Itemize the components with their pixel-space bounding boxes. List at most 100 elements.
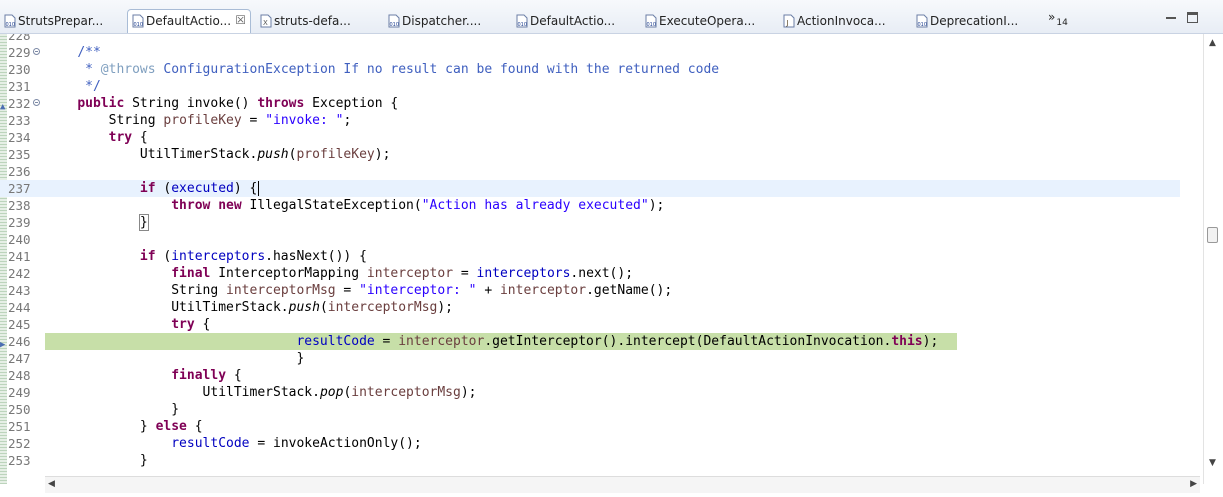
svg-text:010: 010 bbox=[134, 22, 144, 28]
code-text: } else { bbox=[139, 419, 203, 434]
minimize-icon[interactable] bbox=[1164, 12, 1178, 24]
vertical-scrollbar[interactable]: ▲ ▼ bbox=[1203, 34, 1223, 484]
code-line[interactable]: 253 } bbox=[0, 452, 1180, 469]
code-text: try { bbox=[108, 130, 148, 145]
code-text: * @throws ConfigurationException If no r… bbox=[77, 62, 720, 77]
svg-text:X: X bbox=[263, 19, 268, 27]
code-line[interactable]: 238 throw new IllegalStateException("Act… bbox=[0, 197, 1180, 214]
code-line[interactable]: 231 */ bbox=[0, 78, 1180, 95]
scroll-left-icon[interactable]: ◀ bbox=[48, 479, 55, 489]
line-number: 252 bbox=[8, 436, 31, 451]
code-text: String profileKey = "invoke: "; bbox=[108, 113, 352, 128]
line-number: 231 bbox=[8, 79, 31, 94]
code-line[interactable]: 241 if (interceptors.hasNext()) { bbox=[0, 248, 1180, 265]
tab-action-invocation[interactable]: J ActionInvoca... bbox=[779, 10, 905, 34]
java-editor[interactable]: 228 229 /** 230 * @throws ConfigurationE… bbox=[0, 34, 1223, 497]
code-line[interactable]: 252 resultCode = invokeActionOnly(); bbox=[0, 435, 1180, 452]
class-file-icon: 010 bbox=[916, 14, 928, 28]
code-text: final InterceptorMapping interceptor = i… bbox=[171, 266, 634, 281]
scroll-up-icon[interactable]: ▲ bbox=[1209, 38, 1216, 48]
code-line[interactable]: 242 final InterceptorMapping interceptor… bbox=[0, 265, 1180, 282]
code-line[interactable]: 234 try { bbox=[0, 129, 1180, 146]
code-text: } bbox=[46, 214, 149, 231]
code-text: */ bbox=[77, 79, 101, 94]
svg-text:010: 010 bbox=[647, 22, 657, 28]
debug-current-line[interactable]: ▶ 246 resultCode = interceptor.getInterc… bbox=[0, 333, 1180, 350]
line-number: 240 bbox=[8, 232, 31, 247]
fold-toggle-icon[interactable] bbox=[33, 99, 40, 106]
scroll-right-icon[interactable]: ▶ bbox=[1190, 479, 1197, 489]
line-number: 239 bbox=[8, 215, 31, 230]
code-line[interactable]: 228 bbox=[0, 34, 1180, 44]
code-line[interactable]: 240 bbox=[0, 231, 1180, 248]
line-number: 243 bbox=[8, 283, 31, 298]
class-file-icon: 010 bbox=[4, 14, 16, 28]
tab-struts-prepare[interactable]: 010 StrutsPrepar... bbox=[0, 10, 122, 34]
line-number: 234 bbox=[8, 130, 31, 145]
code-line[interactable]: 233 String profileKey = "invoke: "; bbox=[0, 112, 1180, 129]
current-code-line[interactable]: 237 if (executed) { bbox=[0, 180, 1180, 197]
tab-dispatcher[interactable]: 010 Dispatcher.... bbox=[384, 10, 506, 34]
svg-text:J: J bbox=[786, 19, 789, 27]
tab-label: Dispatcher.... bbox=[402, 14, 482, 28]
tab-default-action-proxy[interactable]: 010 DefaultActio... bbox=[512, 10, 634, 34]
code-text: UtilTimerStack.push(interceptorMsg); bbox=[171, 300, 454, 315]
line-number: 242 bbox=[8, 266, 31, 281]
maximize-icon[interactable] bbox=[1187, 12, 1198, 23]
class-file-icon: 010 bbox=[516, 14, 528, 28]
xml-file-icon: X bbox=[260, 14, 272, 28]
code-line[interactable]: 245 try { bbox=[0, 316, 1180, 333]
line-number: 249 bbox=[8, 385, 31, 400]
svg-text:010: 010 bbox=[6, 22, 16, 28]
fold-toggle-icon[interactable] bbox=[33, 48, 40, 55]
text-caret bbox=[258, 181, 260, 196]
code-text: if (executed) { bbox=[139, 181, 260, 196]
line-number: 246 bbox=[8, 334, 31, 349]
line-number: 241 bbox=[8, 249, 31, 264]
line-number: 228 bbox=[8, 34, 31, 43]
code-text: try { bbox=[171, 317, 211, 332]
scroll-down-icon[interactable]: ▼ bbox=[1209, 458, 1216, 468]
code-text: } bbox=[171, 402, 180, 417]
code-text: String interceptorMsg = "interceptor: " … bbox=[171, 283, 673, 298]
code-line[interactable]: 235 UtilTimerStack.push(profileKey); bbox=[0, 146, 1180, 163]
code-line[interactable]: ▲ 232 public String invoke() throws Exce… bbox=[0, 95, 1180, 112]
code-line[interactable]: 244 UtilTimerStack.push(interceptorMsg); bbox=[0, 299, 1180, 316]
tab-struts-default[interactable]: X struts-defa... bbox=[256, 10, 378, 34]
tab-label: DefaultActio... bbox=[530, 14, 616, 28]
code-line[interactable]: 250 } bbox=[0, 401, 1180, 418]
line-number: 251 bbox=[8, 419, 31, 434]
code-line[interactable]: 251 } else { bbox=[0, 418, 1180, 435]
code-line[interactable]: 248 finally { bbox=[0, 367, 1180, 384]
tab-default-action-invocation[interactable]: 010 DefaultActio... ☒ bbox=[127, 9, 251, 33]
code-line[interactable]: 249 UtilTimerStack.pop(interceptorMsg); bbox=[0, 384, 1180, 401]
chevron-double-right-icon: » bbox=[1048, 10, 1056, 24]
line-number: 245 bbox=[8, 317, 31, 332]
line-number: 253 bbox=[8, 453, 31, 468]
code-text: /** bbox=[77, 45, 101, 60]
code-text: } bbox=[139, 453, 148, 468]
scrollbar-thumb[interactable] bbox=[1207, 227, 1218, 243]
code-line[interactable]: 247 } bbox=[0, 350, 1180, 367]
tab-overflow-button[interactable]: »14 bbox=[1048, 10, 1068, 28]
code-line[interactable]: 243 String interceptorMsg = "interceptor… bbox=[0, 282, 1180, 299]
horizontal-scrollbar[interactable]: ◀ ▶ bbox=[45, 476, 1200, 493]
line-number: 235 bbox=[8, 147, 31, 162]
tab-deprecation-interceptor[interactable]: 010 DeprecationI... bbox=[912, 10, 1040, 34]
code-text: public String invoke() throws Exception … bbox=[77, 96, 399, 111]
code-line[interactable]: 236 bbox=[0, 163, 1180, 180]
svg-text:010: 010 bbox=[918, 22, 928, 28]
tab-execute-operations[interactable]: 010 ExecuteOpera... bbox=[641, 10, 771, 34]
svg-text:010: 010 bbox=[518, 22, 528, 28]
code-text: resultCode = invokeActionOnly(); bbox=[171, 436, 422, 451]
class-file-icon: 010 bbox=[132, 14, 144, 28]
tab-label: ActionInvoca... bbox=[797, 14, 886, 28]
code-line[interactable]: 230 * @throws ConfigurationException If … bbox=[0, 61, 1180, 78]
code-line[interactable]: 239 } bbox=[0, 214, 1180, 231]
tab-label: DefaultActio... bbox=[146, 14, 232, 28]
close-icon[interactable]: ☒ bbox=[235, 13, 246, 27]
tab-label: struts-defa... bbox=[274, 14, 351, 28]
line-number: 248 bbox=[8, 368, 31, 383]
tab-label: DeprecationI... bbox=[930, 14, 1019, 28]
code-line[interactable]: 229 /** bbox=[0, 44, 1180, 61]
